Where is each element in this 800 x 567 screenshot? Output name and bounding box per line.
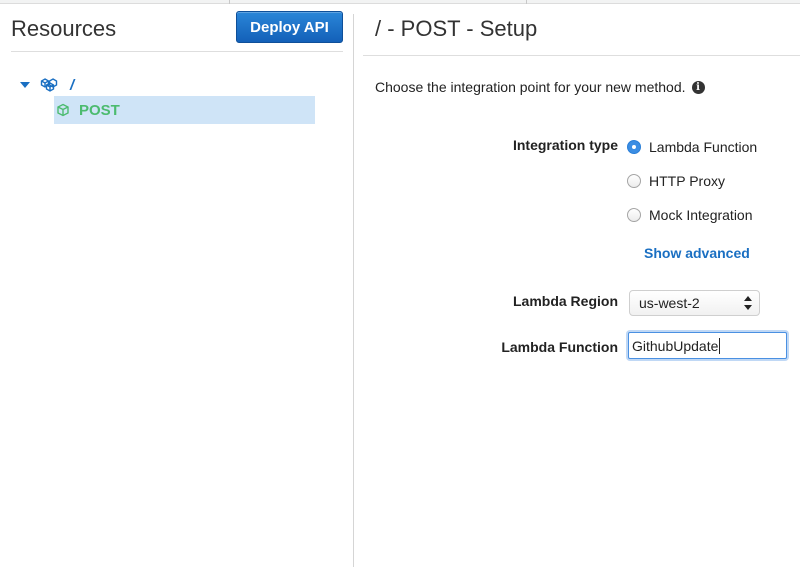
radio-button-checked[interactable] bbox=[627, 140, 641, 154]
panel-divider bbox=[353, 14, 354, 567]
text-cursor bbox=[719, 337, 721, 354]
radio-button[interactable] bbox=[627, 174, 641, 188]
deploy-api-button[interactable]: Deploy API bbox=[236, 11, 343, 43]
radio-http-proxy[interactable]: HTTP Proxy bbox=[627, 173, 725, 189]
page-title: / - POST - Setup bbox=[375, 16, 538, 41]
intro-text: Choose the integration point for your ne… bbox=[375, 79, 705, 95]
radio-label: HTTP Proxy bbox=[649, 173, 725, 189]
intro-label: Choose the integration point for your ne… bbox=[375, 79, 686, 95]
lambda-region-value: us-west-2 bbox=[639, 295, 700, 311]
tree-root-label: / bbox=[70, 76, 75, 94]
radio-label: Mock Integration bbox=[649, 207, 753, 223]
lambda-function-input[interactable]: GithubUpdate bbox=[628, 332, 787, 359]
integration-type-label: Integration type bbox=[512, 137, 618, 153]
resource-cubes-icon bbox=[40, 78, 58, 92]
lambda-region-label: Lambda Region bbox=[512, 293, 618, 309]
tab-separator bbox=[526, 0, 527, 4]
radio-button[interactable] bbox=[627, 208, 641, 222]
method-cube-icon bbox=[56, 103, 70, 117]
chevron-down-icon[interactable] bbox=[20, 82, 30, 88]
tree-item-post[interactable]: POST bbox=[54, 96, 315, 124]
lambda-function-value: GithubUpdate bbox=[632, 337, 719, 354]
show-advanced-link[interactable]: Show advanced bbox=[644, 245, 750, 261]
radio-label: Lambda Function bbox=[649, 139, 758, 155]
lambda-region-select[interactable]: us-west-2 bbox=[629, 290, 760, 316]
resources-title: Resources bbox=[11, 16, 117, 41]
tree-post-label: POST bbox=[79, 101, 120, 119]
divider bbox=[11, 51, 343, 52]
tree-item-root[interactable]: / bbox=[20, 76, 74, 94]
radio-mock-integration[interactable]: Mock Integration bbox=[627, 207, 753, 223]
info-icon[interactable]: i bbox=[691, 80, 705, 94]
lambda-function-label: Lambda Function bbox=[501, 339, 618, 355]
select-arrows-icon bbox=[744, 296, 752, 310]
radio-lambda-function[interactable]: Lambda Function bbox=[627, 139, 757, 155]
divider bbox=[363, 55, 800, 56]
